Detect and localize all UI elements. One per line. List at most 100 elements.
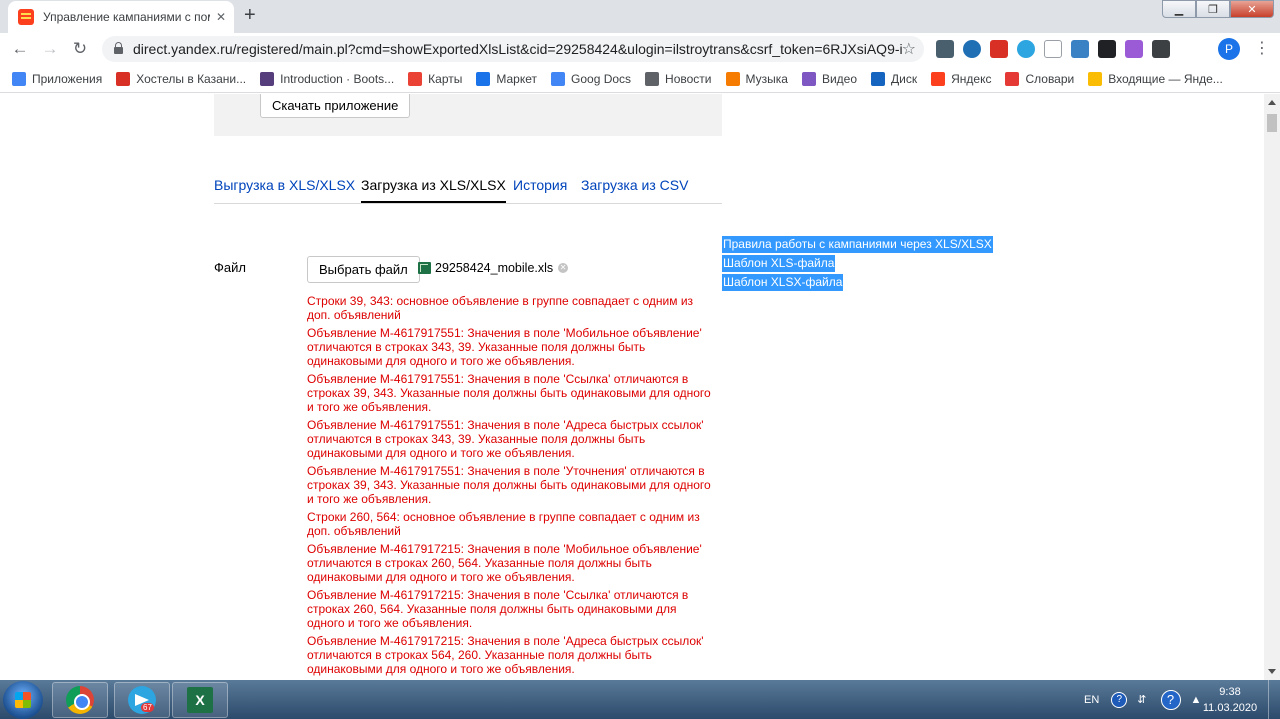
dictionary-icon bbox=[1005, 71, 1020, 86]
help-links: Правила работы с кампаниями через XLS/XL… bbox=[722, 236, 993, 293]
extension-icon-pen[interactable] bbox=[1125, 40, 1143, 58]
tray-support-icon[interactable]: ? bbox=[1160, 689, 1181, 710]
start-button-windows-icon[interactable] bbox=[3, 681, 43, 719]
extensions-area bbox=[936, 40, 1170, 58]
bookmark-label: Маркет bbox=[496, 71, 538, 86]
bookmark-label: Видео bbox=[821, 71, 858, 86]
link-xls-template[interactable]: Шаблон XLS-файла bbox=[722, 255, 836, 272]
error-message: Строки 260, 564: основное объявление в г… bbox=[307, 510, 700, 538]
bookmark-item[interactable]: Introduction · Boots... bbox=[260, 71, 395, 86]
link-xls-rules[interactable]: Правила работы с кампаниями через XLS/XL… bbox=[722, 236, 993, 253]
bookmark-item[interactable]: Хостелы в Казани... bbox=[116, 71, 247, 86]
url-text[interactable]: direct.yandex.ru/registered/main.pl?cmd=… bbox=[133, 41, 902, 57]
bookmark-item[interactable]: Новости bbox=[645, 71, 712, 86]
scroll-down-arrow-icon[interactable] bbox=[1268, 669, 1276, 674]
bookmark-label: Новости bbox=[665, 71, 712, 86]
link-xlsx-template[interactable]: Шаблон XLSX-файла bbox=[722, 274, 844, 291]
browser-tabstrip: Управление кампаниями с пом ✕ + ▁ ❐ ✕ bbox=[0, 0, 1280, 33]
extension-err-icon[interactable] bbox=[990, 40, 1008, 58]
extension-icon-id[interactable] bbox=[1071, 40, 1089, 58]
tab-export-xls[interactable]: Выгрузка в XLS/XLSX bbox=[214, 177, 355, 193]
language-indicator[interactable]: EN bbox=[1084, 694, 1099, 706]
tab-import-xls[interactable]: Загрузка из XLS/XLSX bbox=[361, 177, 506, 203]
bookmarks-bar: Приложения Хостелы в Казани... Introductio… bbox=[0, 65, 1280, 93]
bookmark-label: Диск bbox=[891, 71, 918, 86]
error-message: Объявление M-4617917215: Значения в поле… bbox=[307, 634, 704, 676]
taskbar-chrome[interactable] bbox=[52, 682, 108, 718]
selected-file: 29258424_mobile.xls ✕ bbox=[418, 261, 569, 275]
docs-icon bbox=[551, 71, 566, 86]
error-list: Строки 39, 343: основное объявление в гр… bbox=[307, 294, 717, 680]
address-bar[interactable]: direct.yandex.ru/registered/main.pl?cmd=… bbox=[102, 36, 924, 62]
extensions-puzzle-icon[interactable] bbox=[1152, 40, 1170, 58]
forward-arrow-icon[interactable]: → bbox=[38, 37, 62, 61]
chrome-menu-icon[interactable]: ⋮ bbox=[1254, 38, 1270, 58]
extension-icon-2[interactable] bbox=[963, 40, 981, 58]
remove-file-icon[interactable]: ✕ bbox=[558, 263, 569, 273]
app-promo-box: Скачать приложение bbox=[214, 94, 722, 136]
taskbar-excel[interactable]: X bbox=[172, 682, 228, 718]
market-cart-icon bbox=[476, 71, 491, 86]
extension-icon-json[interactable] bbox=[1044, 40, 1062, 58]
yandex-direct-favicon-icon bbox=[18, 9, 34, 25]
bookmark-item[interactable]: Карты bbox=[408, 71, 462, 86]
browser-toolbar: ← → ↻ direct.yandex.ru/registered/main.p… bbox=[0, 33, 1280, 65]
bookmark-item[interactable]: Яндекс bbox=[931, 71, 992, 86]
error-message: Строки 39, 343: основное объявление в гр… bbox=[307, 294, 694, 322]
download-app-button[interactable]: Скачать приложение bbox=[260, 94, 411, 118]
profile-avatar[interactable]: P bbox=[1218, 38, 1240, 60]
back-arrow-icon[interactable]: ← bbox=[8, 37, 32, 61]
scroll-up-arrow-icon[interactable] bbox=[1268, 100, 1276, 105]
bookmark-star-icon[interactable]: ☆ bbox=[902, 39, 916, 59]
bookmark-label: Хостелы в Казани... bbox=[136, 71, 247, 86]
bookmark-item[interactable]: Диск bbox=[871, 71, 918, 86]
error-message: Объявление M-4617917551: Значения в поле… bbox=[307, 418, 704, 460]
bookmark-item[interactable]: Музыка bbox=[725, 71, 788, 86]
bookmark-item[interactable]: Goog Docs bbox=[551, 71, 631, 86]
bookmark-item[interactable]: Входящие — Янде... bbox=[1088, 71, 1223, 86]
scroll-thumb[interactable] bbox=[1267, 114, 1277, 132]
error-message: Объявление M-4617917215: Значения в поле… bbox=[307, 588, 689, 630]
tab-close-icon[interactable]: ✕ bbox=[216, 10, 226, 24]
tray-help-icon[interactable]: ? bbox=[1111, 691, 1128, 708]
disk-icon bbox=[871, 71, 886, 86]
bookmark-item[interactable]: Словари bbox=[1005, 71, 1074, 86]
bootstrap-icon bbox=[260, 71, 275, 86]
bookmark-item[interactable]: Видео bbox=[801, 71, 858, 86]
clock-time: 9:38 bbox=[1219, 686, 1241, 698]
extension-icon-1[interactable] bbox=[936, 40, 954, 58]
system-tray: EN ? ⇵ ? ▲ bbox=[1084, 680, 1201, 719]
music-icon bbox=[725, 71, 740, 86]
bookmark-item[interactable]: Приложения bbox=[12, 71, 102, 86]
show-desktop-button[interactable] bbox=[1268, 680, 1280, 719]
clock[interactable]: 9:38 11.03.2020 bbox=[1200, 684, 1260, 716]
file-label: Файл bbox=[214, 260, 246, 275]
maximize-icon[interactable]: ❐ bbox=[1196, 0, 1230, 18]
window-close-icon[interactable]: ✕ bbox=[1230, 0, 1274, 18]
reload-icon[interactable]: ↻ bbox=[68, 37, 92, 61]
lock-icon[interactable] bbox=[114, 42, 123, 54]
tab-import-csv[interactable]: Загрузка из CSV bbox=[581, 177, 688, 193]
bookmark-label: Входящие — Янде... bbox=[1108, 71, 1223, 86]
new-tab-plus-icon[interactable]: + bbox=[244, 5, 256, 25]
browser-tab-active[interactable]: Управление кампаниями с пом ✕ bbox=[8, 1, 234, 33]
extension-icon-n[interactable] bbox=[1098, 40, 1116, 58]
bookmark-label: Introduction · Boots... bbox=[280, 71, 395, 86]
excel-icon: X bbox=[187, 687, 213, 713]
hostel-icon bbox=[116, 71, 131, 86]
bookmark-item[interactable]: Маркет bbox=[476, 71, 538, 86]
tab-history[interactable]: История bbox=[513, 177, 567, 193]
tray-network-icon[interactable]: ⇵ bbox=[1137, 693, 1146, 706]
maps-pin-icon bbox=[408, 71, 423, 86]
clock-date: 11.03.2020 bbox=[1202, 702, 1258, 714]
page-viewport: Скачать приложение Выгрузка в XLS/XLSX З… bbox=[0, 94, 1264, 680]
choose-file-button[interactable]: Выбрать файл bbox=[307, 256, 420, 283]
minimize-icon[interactable]: ▁ bbox=[1162, 0, 1196, 18]
vertical-scrollbar[interactable] bbox=[1264, 94, 1280, 680]
bookmark-label: Яндекс bbox=[951, 71, 992, 86]
error-message: Объявление M-4617917551: Значения в поле… bbox=[307, 372, 711, 414]
taskbar-telegram[interactable]: 67 bbox=[114, 682, 170, 718]
tab-title: Управление кампаниями с пом bbox=[43, 10, 210, 24]
file-name: 29258424_mobile.xls bbox=[435, 261, 554, 275]
telegram-extension-icon[interactable] bbox=[1017, 40, 1035, 58]
